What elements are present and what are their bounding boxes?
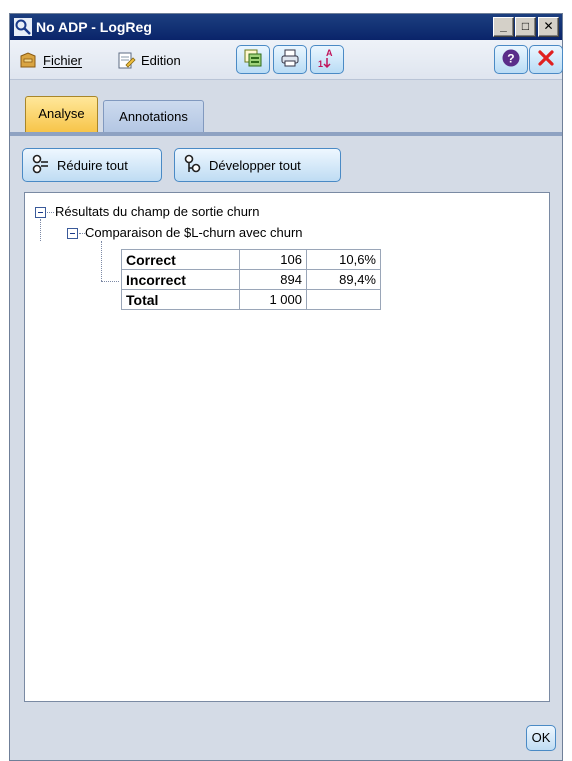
comparison-table: Correct 106 10,6% Incorrect 894 89,4% To… xyxy=(121,249,381,310)
maximize-button[interactable]: □ xyxy=(515,17,536,37)
svg-text:A: A xyxy=(326,48,333,58)
row-percent xyxy=(306,289,381,310)
action-bar: Réduire tout Développer tout xyxy=(10,138,562,188)
tab-analyse[interactable]: Analyse xyxy=(25,96,98,133)
expand-all-button[interactable]: Développer tout xyxy=(174,148,341,182)
file-cabinet-icon xyxy=(18,50,38,70)
tab-annotations[interactable]: Annotations xyxy=(103,100,204,133)
toolbar: Fichier Edition 1 A ? xyxy=(10,40,563,80)
tree-connector xyxy=(40,219,41,241)
help-icon: ? xyxy=(501,48,521,71)
row-count: 1 000 xyxy=(239,289,307,310)
row-count: 894 xyxy=(239,269,307,290)
table-row: Incorrect 894 89,4% xyxy=(121,269,381,290)
row-label: Incorrect xyxy=(121,269,240,290)
tree-connector xyxy=(101,281,119,282)
row-label: Total xyxy=(121,289,240,310)
ok-button[interactable]: OK xyxy=(526,725,556,751)
menu-file[interactable]: Fichier xyxy=(18,49,82,71)
svg-text:?: ? xyxy=(507,52,514,66)
print-button[interactable] xyxy=(273,45,307,74)
tree-child-label: Comparaison de $L-churn avec churn xyxy=(85,225,303,240)
menu-edit-label: Edition xyxy=(141,52,181,68)
sort-button[interactable]: 1 A xyxy=(310,45,344,74)
window-title: No ADP - LogReg xyxy=(36,19,152,35)
expand-tree-icon xyxy=(184,154,202,177)
row-percent: 10,6% xyxy=(306,249,381,270)
results-panel[interactable]: Résultats du champ de sortie churn Compa… xyxy=(24,192,550,702)
edit-document-icon xyxy=(116,50,136,70)
close-icon xyxy=(537,49,555,70)
row-percent: 89,4% xyxy=(306,269,381,290)
magnifier-icon xyxy=(14,18,32,36)
menu-edit[interactable]: Edition xyxy=(116,49,181,71)
child-toggle[interactable] xyxy=(67,228,78,239)
dialog-window: No ADP - LogReg _ □ ✕ Fichier Edition 1 … xyxy=(9,13,563,761)
close-button[interactable] xyxy=(529,45,563,74)
print-icon xyxy=(280,48,300,71)
root-toggle[interactable] xyxy=(35,207,46,218)
tree-connector xyxy=(101,241,102,281)
row-label: Correct xyxy=(121,249,240,270)
tab-divider xyxy=(10,132,562,136)
table-row: Total 1 000 xyxy=(121,289,381,310)
collapse-tree-icon xyxy=(32,154,50,177)
expand-all-label: Développer tout xyxy=(209,157,301,173)
row-count: 106 xyxy=(239,249,307,270)
svg-text:1: 1 xyxy=(318,59,323,69)
collapse-all-button[interactable]: Réduire tout xyxy=(22,148,162,182)
help-button[interactable]: ? xyxy=(494,45,528,74)
collapse-all-label: Réduire tout xyxy=(57,157,128,173)
close-window-button[interactable]: ✕ xyxy=(538,17,559,37)
menu-file-label: Fichier xyxy=(43,52,83,68)
copy-icon xyxy=(243,48,263,71)
title-bar[interactable]: No ADP - LogReg _ □ ✕ xyxy=(10,14,562,40)
table-row: Correct 106 10,6% xyxy=(121,249,381,270)
tab-bar: Analyse Annotations xyxy=(10,80,562,136)
tree-connector xyxy=(47,212,54,213)
sort-icon: 1 A xyxy=(317,47,337,72)
minimize-button[interactable]: _ xyxy=(493,17,514,37)
copy-button[interactable] xyxy=(236,45,270,74)
tree-root-label: Résultats du champ de sortie churn xyxy=(55,204,260,219)
